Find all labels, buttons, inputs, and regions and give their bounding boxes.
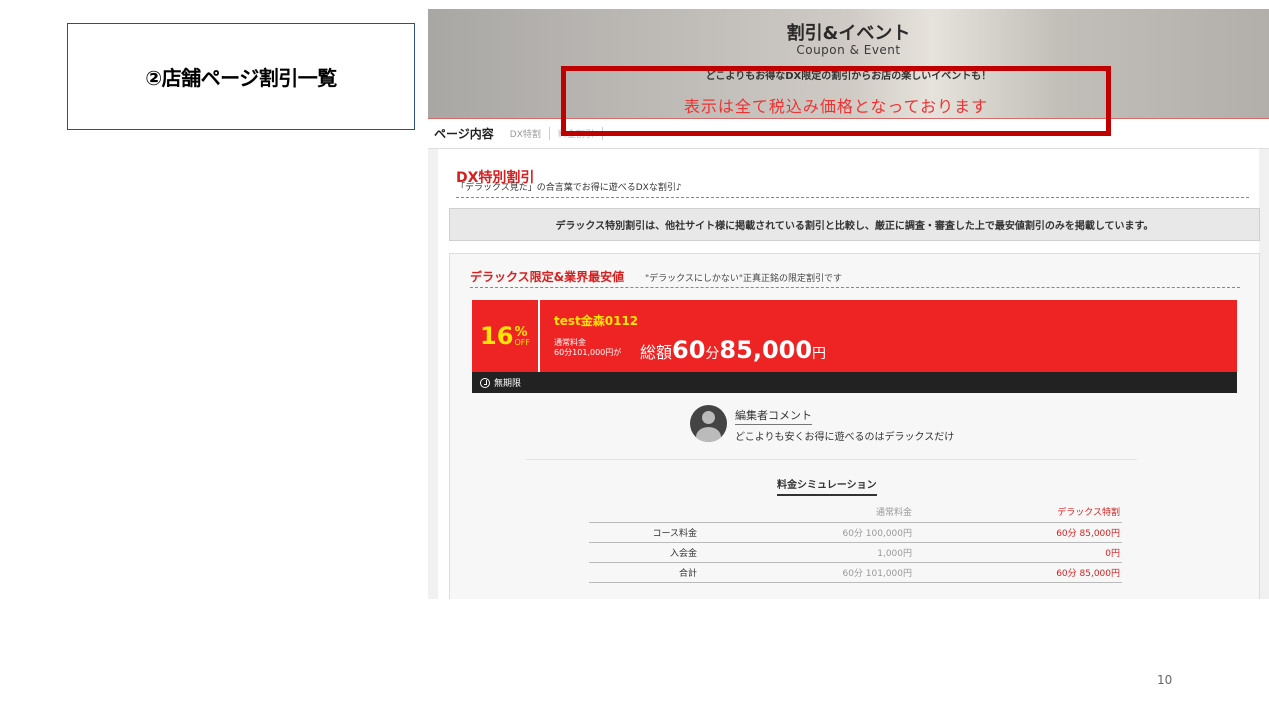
tax-note-highlight: 表示は全て税込み価格となっております: [561, 66, 1111, 136]
total-word: 総額: [640, 343, 673, 362]
regular-price: 60分101,000円が: [554, 347, 622, 357]
table-row: 入会金 1,000円 0円: [589, 542, 1122, 563]
total-minutes-unit: 分: [705, 346, 720, 362]
table-header-row: 通常料金 デラックス特割: [589, 502, 1122, 523]
editor-comment: 編集者コメント どこよりも安くお得に遊べるのはデラックスだけ: [690, 404, 954, 443]
header-blank: [589, 502, 699, 523]
limited-title: デラックス限定&業界最安値: [470, 270, 625, 284]
discount-suffix: % OFF: [514, 326, 530, 347]
page-number: 10: [1157, 673, 1173, 687]
row-label: 合計: [589, 562, 699, 583]
page-content-label: ページ内容: [434, 127, 494, 141]
regular-price-block: 通常料金 60分101,000円が: [554, 338, 621, 357]
row-regular: 1,000円: [699, 542, 914, 563]
editor-comment-text: どこよりも安くお得に遊べるのはデラックスだけ: [735, 432, 955, 443]
coupon-card[interactable]: 16 % OFF test金森0112 通常料金 60分101,000円が 総額…: [472, 300, 1237, 372]
table-row: コース料金 60分 100,000円 60分 85,000円: [589, 522, 1122, 543]
expiry-text: 無期限: [494, 379, 522, 389]
row-dx: 60分 85,000円: [914, 522, 1122, 543]
discount-percent: 16: [480, 322, 514, 350]
section-description: 「デラックス見た」の合言葉でお得に遊べるDXな割引♪: [456, 183, 682, 193]
row-dx: 0円: [914, 542, 1122, 563]
row-label: 入会金: [589, 542, 699, 563]
limited-description: "デラックスにしかない"正真正銘の限定割引です: [645, 274, 843, 284]
section-divider: [456, 197, 1249, 198]
tax-note: 表示は全て税込み価格となっております: [683, 97, 989, 116]
coupon-panel: デラックス限定&業界最安値 "デラックスにしかない"正真正銘の限定割引です 16…: [449, 253, 1260, 599]
table-row: 合計 60分 101,000円 60分 85,000円: [589, 562, 1122, 583]
limited-divider: [470, 287, 1240, 288]
header-dx: デラックス特割: [914, 502, 1122, 523]
percent-sign: %: [514, 324, 528, 340]
row-label: コース料金: [589, 522, 699, 543]
notice-text: デラックス特別割引は、他社サイト様に掲載されている割引と比較し、厳正に調査・審査…: [555, 221, 1154, 232]
total-price: 85,000: [719, 336, 813, 364]
editor-divider: [526, 459, 1137, 460]
hero-subtitle: Coupon & Event: [796, 43, 901, 57]
store-page-screenshot: 割引&イベント Coupon & Event どこよりもお得なDX限定の割引から…: [428, 9, 1269, 599]
clock-icon: [480, 377, 490, 388]
editor-comment-label: 編集者コメント: [735, 407, 812, 425]
regular-price-label: 通常料金: [554, 338, 586, 347]
simulation-title: 料金シミュレーション: [777, 476, 877, 496]
discount-percent-box: 16 % OFF: [472, 300, 540, 372]
notice-banner: デラックス特別割引は、他社サイト様に掲載されている割引と比較し、厳正に調査・審査…: [449, 208, 1260, 241]
slide-label: ②店舗ページ割引一覧: [145, 66, 337, 90]
hero-title: 割引&イベント: [786, 23, 911, 44]
price-simulation-table: 通常料金 デラックス特割 コース料金 60分 100,000円 60分 85,0…: [589, 502, 1122, 583]
total-yen: 円: [812, 346, 827, 362]
editor-comment-body: 編集者コメント どこよりも安くお得に遊べるのはデラックスだけ: [735, 404, 954, 443]
off-label: OFF: [514, 337, 530, 347]
expiry-bar: 無期限: [472, 372, 1237, 393]
editor-avatar: [690, 405, 727, 442]
total-minutes: 60: [672, 336, 706, 364]
row-regular: 60分 100,000円: [699, 522, 914, 543]
tab-dx-discount[interactable]: DX特割: [502, 127, 550, 140]
row-regular: 60分 101,000円: [699, 562, 914, 583]
total-price-block: 総額 60 分 85,000 円: [640, 336, 826, 364]
slide-label-box: ②店舗ページ割引一覧: [67, 23, 415, 130]
main-content: DX特別割引 「デラックス見た」の合言葉でお得に遊べるDXな割引♪ デラックス特…: [438, 149, 1260, 599]
header-regular: 通常料金: [699, 502, 914, 523]
coupon-name: test金森0112: [554, 314, 639, 328]
row-dx: 60分 85,000円: [914, 562, 1122, 583]
